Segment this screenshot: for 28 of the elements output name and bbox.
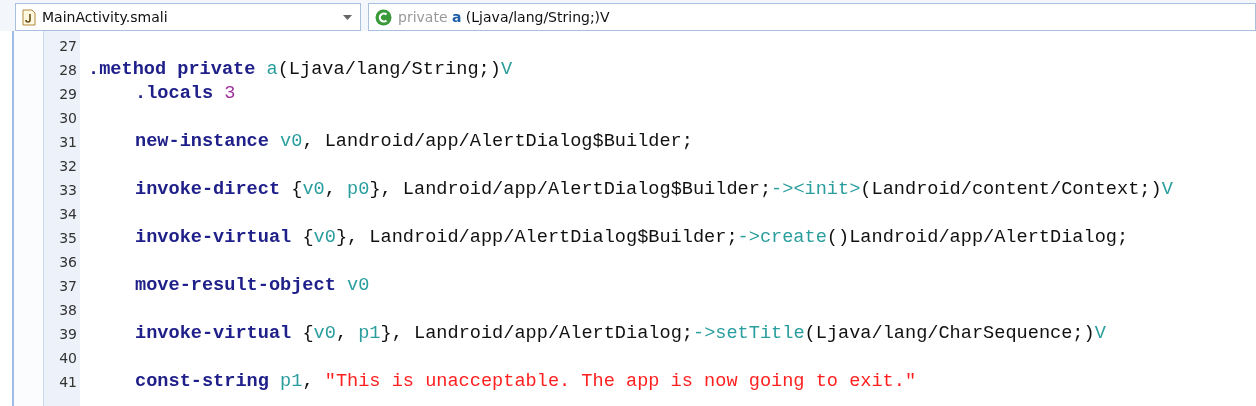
line-number: 41 xyxy=(58,373,78,392)
class-icon xyxy=(375,8,392,26)
line-number: 32 xyxy=(58,157,78,176)
caret-icon xyxy=(343,14,352,20)
line-number: 27 xyxy=(58,37,78,56)
member-selector[interactable]: private a (Ljava/lang/String;)V xyxy=(368,3,1256,31)
line-number: 40 xyxy=(58,349,78,368)
line-number: 29 xyxy=(58,85,78,104)
code-line: invoke-virtual {v0}, Landroid/app/AlertDialog$Builder;->create()Landroid/app/AlertDialog; xyxy=(134,226,1130,250)
code-line: new-instance v0, Landroid/app/AlertDialog$Builder; xyxy=(134,130,694,154)
code-line: move-result-object v0 xyxy=(134,274,371,298)
file-selector[interactable]: MainActivity.smali xyxy=(15,3,361,31)
line-number: 34 xyxy=(58,205,78,224)
code-line: .method private a(Ljava/lang/String;)V xyxy=(88,58,514,82)
code-line: .locals 3 xyxy=(134,82,237,106)
code-line: invoke-virtual {v0, p1}, Landroid/app/AlertDialog;->setTitle(Ljava/lang/CharSequence;)V xyxy=(134,322,1107,346)
line-number: 31 xyxy=(58,133,78,152)
line-number: 28 xyxy=(58,61,78,80)
code-line: invoke-direct {v0, p0}, Landroid/app/AlertDialog$Builder;-><init>(Landroid/content/Context;)V xyxy=(134,178,1174,202)
line-number: 33 xyxy=(58,181,78,200)
line-number: 37 xyxy=(58,277,78,296)
line-number: 38 xyxy=(58,301,78,320)
java-file-icon xyxy=(22,8,36,26)
line-number: 39 xyxy=(58,325,78,344)
line-number: 35 xyxy=(58,229,78,248)
line-number: 36 xyxy=(58,253,78,272)
line-number: 30 xyxy=(58,109,78,128)
code-line: const-string p1, "This is unacceptable. The app is now going to exit." xyxy=(134,370,918,394)
